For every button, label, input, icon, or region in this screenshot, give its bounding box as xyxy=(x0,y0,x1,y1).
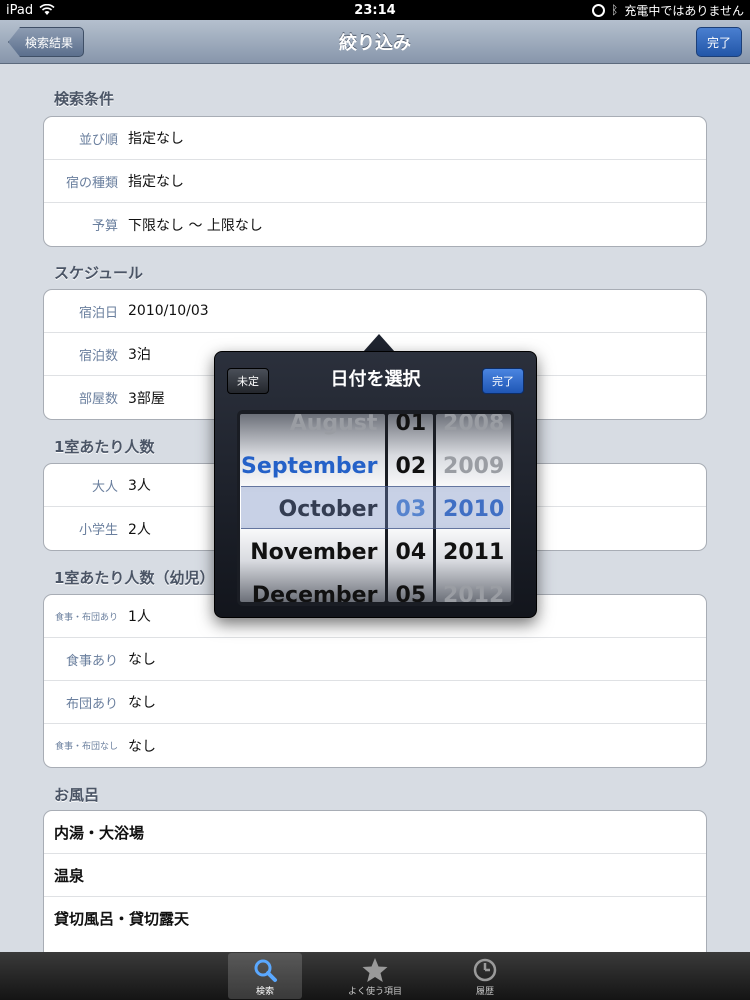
row-label: 食事・布団なし xyxy=(54,742,118,752)
date-picker-wheels: August September October November Decemb… xyxy=(237,410,514,606)
group-per-room-infant: 食事・布団あり 1人 食事あり なし 布団あり なし 食事・布団なし なし xyxy=(43,594,707,768)
year-wheel[interactable]: 2008 2009 2010 2011 2012 xyxy=(436,414,511,602)
row-label: 宿の種類 xyxy=(65,175,118,191)
day-option[interactable]: 05 xyxy=(388,574,433,602)
tab-bar: 検索 よく使う項目 履歴 xyxy=(0,952,750,1000)
row-value: 指定なし xyxy=(128,131,184,147)
row-infant-bed[interactable]: 布団あり なし xyxy=(44,681,706,724)
day-wheel[interactable]: 01 02 03 04 05 xyxy=(388,414,434,602)
row-value: 2人 xyxy=(128,521,151,538)
month-option[interactable]: September xyxy=(240,445,385,488)
year-option[interactable]: 2012 xyxy=(436,574,511,602)
row-label: 予算 xyxy=(91,219,118,234)
date-picker-popover: 未定 日付を選択 完了 August September October Nov… xyxy=(214,351,537,618)
page-title: 絞り込み xyxy=(339,32,411,54)
section-title-search: 検索条件 xyxy=(54,90,115,108)
row-label: 部屋数 xyxy=(78,392,118,407)
row-value: なし xyxy=(128,738,156,755)
row-label: 布団あり xyxy=(65,696,118,712)
tab-label: 検索 xyxy=(255,987,274,997)
row-value: なし xyxy=(128,695,156,711)
tab-label: 履歴 xyxy=(475,987,494,997)
row-checkin-date[interactable]: 宿泊日 2010/10/03 xyxy=(44,290,706,333)
row-lodging-type[interactable]: 宿の種類 指定なし xyxy=(44,160,706,203)
search-icon xyxy=(252,956,278,984)
section-title-per-room-infant: 1室あたり人数（幼児） xyxy=(54,569,215,587)
tab-label: よく使う項目 xyxy=(347,987,402,997)
star-icon xyxy=(361,956,389,984)
back-button[interactable]: 検索結果 xyxy=(8,27,85,57)
row-bath-private[interactable]: 貸切風呂・貸切露天 xyxy=(44,897,706,940)
row-infant-meal[interactable]: 食事あり なし xyxy=(44,638,706,681)
row-value: 指定なし xyxy=(128,174,184,190)
clock-icon xyxy=(472,956,498,984)
section-title-per-room: 1室あたり人数 xyxy=(54,438,155,456)
popover-header: 未定 日付を選択 完了 xyxy=(215,352,536,404)
row-value: 2010/10/03 xyxy=(128,303,209,319)
month-option[interactable]: August xyxy=(240,414,385,445)
rotation-lock-icon xyxy=(592,3,606,17)
row-value: 3人 xyxy=(128,478,151,494)
year-option[interactable]: 2008 xyxy=(436,414,511,445)
row-label: 大人 xyxy=(91,479,118,495)
row-label: 宿泊日 xyxy=(78,305,118,321)
row-label: 小学生 xyxy=(78,523,118,538)
day-option-selected[interactable]: 03 xyxy=(388,488,433,531)
popover-title: 日付を選択 xyxy=(330,369,421,390)
row-bath-hot-spring[interactable]: 温泉 xyxy=(44,854,706,897)
tab-favorites[interactable]: よく使う項目 xyxy=(338,953,412,999)
row-infant-none[interactable]: 食事・布団なし なし xyxy=(44,724,706,767)
row-label: 並び順 xyxy=(78,132,118,148)
done-button[interactable]: 完了 xyxy=(695,27,742,57)
group-bath: 内湯・大浴場 温泉 貸切風呂・貸切露天 xyxy=(43,810,707,952)
wifi-icon xyxy=(39,3,55,16)
row-budget[interactable]: 予算 下限なし 〜 上限なし xyxy=(44,203,706,246)
year-option[interactable]: 2009 xyxy=(436,445,511,488)
row-sort-order[interactable]: 並び順 指定なし xyxy=(44,117,706,160)
day-option[interactable]: 01 xyxy=(388,414,433,445)
status-bar: iPad 23:14 ᛒ 充電中ではありません xyxy=(0,0,750,20)
section-title-schedule: スケジュール xyxy=(54,264,143,282)
month-option-selected[interactable]: October xyxy=(240,488,385,531)
row-value: 下限なし 〜 上限なし xyxy=(128,217,263,234)
day-option[interactable]: 02 xyxy=(388,445,433,488)
group-search: 並び順 指定なし 宿の種類 指定なし 予算 下限なし 〜 上限なし xyxy=(43,116,707,247)
popover-done-button[interactable]: 完了 xyxy=(482,368,524,394)
charging-status: 充電中ではありません xyxy=(624,3,744,18)
row-bath-large[interactable]: 内湯・大浴場 xyxy=(44,811,706,854)
row-value: なし xyxy=(128,652,156,668)
row-label: 食事・布団あり xyxy=(54,612,118,623)
tab-history[interactable]: 履歴 xyxy=(448,953,522,999)
day-option[interactable]: 04 xyxy=(388,531,433,574)
month-option[interactable]: December xyxy=(240,574,385,602)
row-value: 3部屋 xyxy=(128,390,165,407)
month-wheel[interactable]: August September October November Decemb… xyxy=(240,414,386,602)
undecided-button[interactable]: 未定 xyxy=(227,368,269,394)
month-option[interactable]: November xyxy=(240,531,385,574)
row-value: 3泊 xyxy=(128,347,151,363)
navigation-bar: 検索結果 絞り込み 完了 xyxy=(0,20,750,64)
year-option-selected[interactable]: 2010 xyxy=(436,488,511,531)
row-label: 宿泊数 xyxy=(78,348,118,364)
popover-arrow xyxy=(363,334,395,352)
bluetooth-icon: ᛒ xyxy=(611,3,619,17)
section-title-bath: お風呂 xyxy=(54,786,100,804)
row-label: 食事あり xyxy=(65,653,118,669)
row-value: 1人 xyxy=(128,609,151,625)
year-option[interactable]: 2011 xyxy=(436,531,511,574)
tab-search[interactable]: 検索 xyxy=(228,953,302,999)
device-name: iPad xyxy=(6,2,34,18)
